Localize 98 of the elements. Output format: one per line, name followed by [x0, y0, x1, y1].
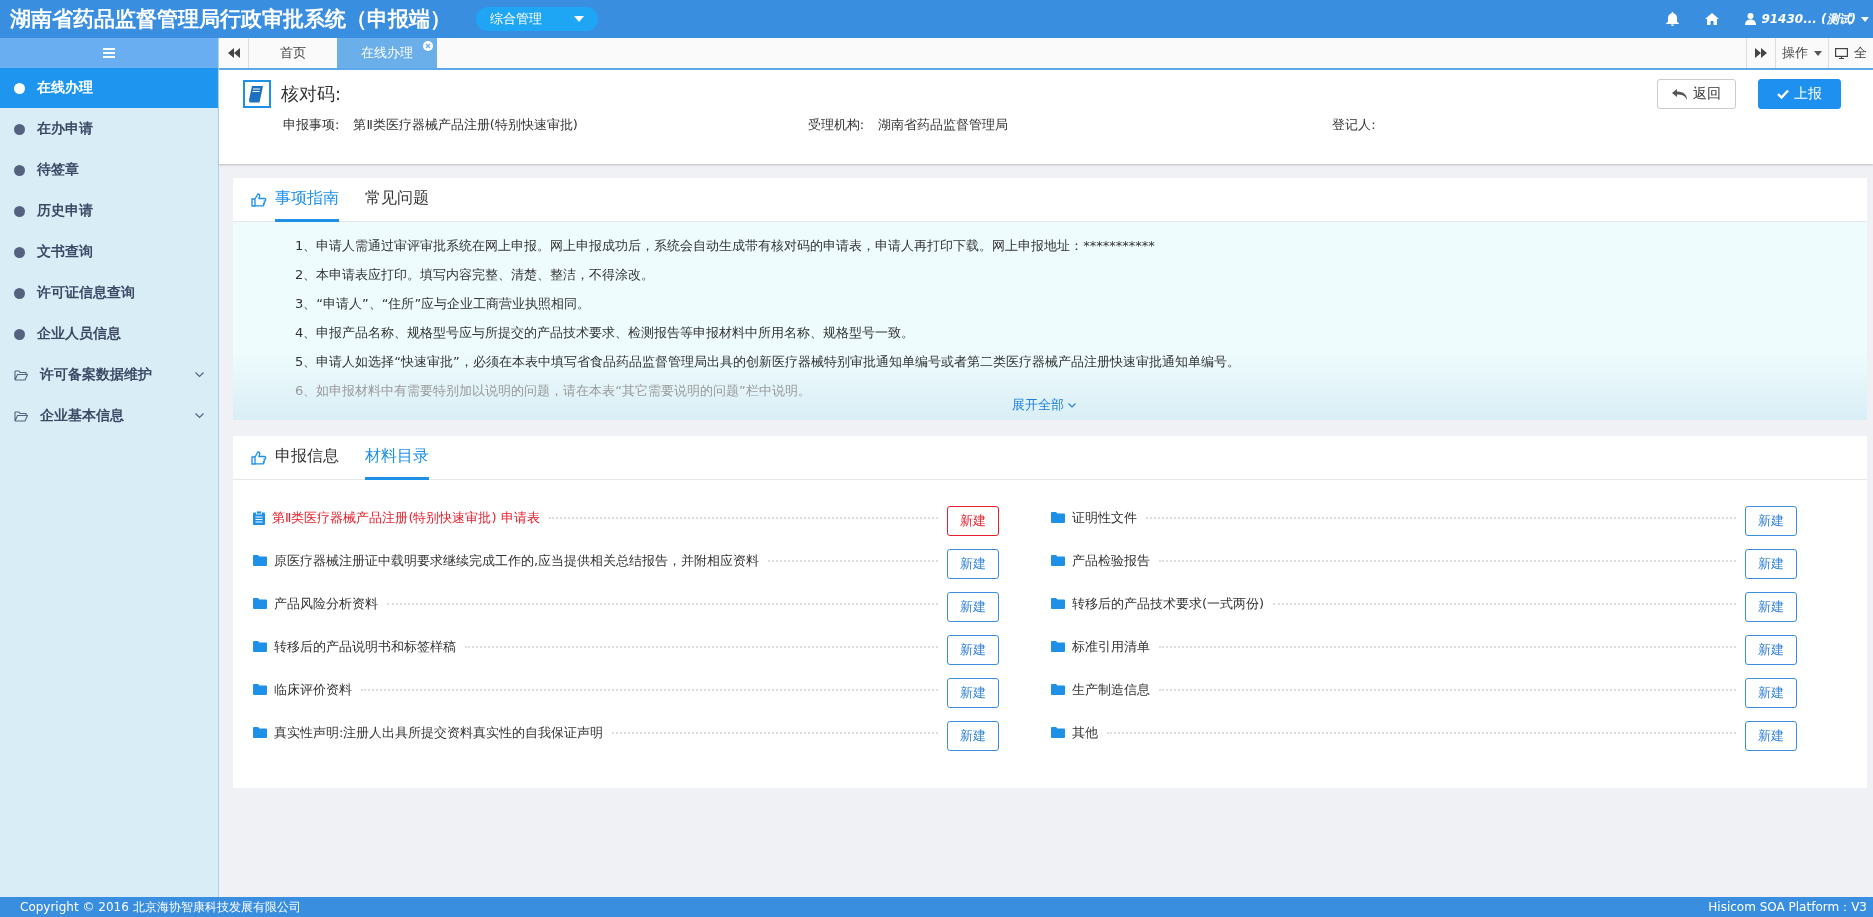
- dot-icon: [14, 328, 25, 340]
- folder-icon: [253, 684, 267, 695]
- material-name: 产品检验报告: [1072, 551, 1150, 570]
- chevron-down-icon: [195, 413, 204, 419]
- new-button[interactable]: 新建: [1745, 505, 1797, 536]
- sidebar-item[interactable]: 许可证信息查询: [0, 273, 218, 313]
- user-icon: [1745, 13, 1757, 25]
- new-button[interactable]: 新建: [947, 591, 999, 622]
- folder-icon: [253, 555, 267, 566]
- check-icon: [1777, 89, 1789, 99]
- check-code-label: 核对码:: [281, 82, 342, 106]
- thumbs-up-icon: [251, 192, 267, 207]
- content-tab[interactable]: 申报信息: [275, 436, 339, 480]
- submit-button[interactable]: 上报: [1758, 79, 1841, 109]
- field-label: 登记人:: [1332, 116, 1376, 134]
- dot-icon: [14, 287, 25, 299]
- double-left-icon: [227, 48, 240, 58]
- back-button[interactable]: 返回: [1657, 79, 1736, 109]
- material-name: 产品风险分析资料: [274, 594, 378, 613]
- folder-icon: [1051, 598, 1065, 609]
- new-button[interactable]: 新建: [947, 634, 999, 665]
- folder-icon: [1051, 512, 1065, 523]
- material-name: 生产制造信息: [1072, 680, 1150, 699]
- guide-text: 5、申请人如选择“快速审批”，必须在本表中填写省食品药品监督管理局出具的创新医疗器械特别审批通知单编号或者第二类医疗器械产品注册快速审批通知单编号。: [295, 354, 1241, 370]
- menu-icon[interactable]: [103, 48, 115, 58]
- caret-icon: [1814, 50, 1822, 56]
- material-name: 其他: [1072, 723, 1098, 742]
- new-button[interactable]: 新建: [1745, 720, 1797, 751]
- guide-text: 3、“申请人”、“住所”应与企业工商营业执照相同。: [295, 296, 592, 312]
- material-name: 证明性文件: [1072, 508, 1137, 527]
- new-button[interactable]: 新建: [947, 548, 999, 579]
- reply-icon: [1672, 88, 1688, 100]
- chevron-down-icon: [1068, 402, 1076, 408]
- field-value: 第Ⅱ类医疗器械产品注册(特别快速审批): [353, 116, 578, 134]
- material-name: 转移后的产品技术要求(一式两份): [1072, 594, 1265, 613]
- home-icon[interactable]: [1705, 13, 1720, 25]
- sidebar-item[interactable]: 企业基本信息: [0, 396, 218, 436]
- material-name: 第Ⅱ类医疗器械产品注册(特别快速审批) 申请表: [272, 508, 540, 527]
- guide-text: 4、申报产品名称、规格型号应与所提交的产品技术要求、检测报告等申报材料中所用名称、规格型号一致。: [295, 325, 916, 341]
- new-button[interactable]: 新建: [1745, 634, 1797, 665]
- bell-icon[interactable]: [1666, 12, 1680, 26]
- new-button[interactable]: 新建: [1745, 548, 1797, 579]
- platform-version: Hisicom SOA Platform：V3: [1708, 898, 1867, 916]
- new-button[interactable]: 新建: [1745, 591, 1797, 622]
- book-icon: [243, 80, 271, 108]
- material-name: 标准引用清单: [1072, 637, 1150, 656]
- expand-all-link[interactable]: 展开全部: [1012, 396, 1076, 414]
- folder-icon: [1051, 727, 1065, 738]
- caret-icon: [574, 16, 584, 22]
- caret-icon: [1861, 16, 1869, 22]
- content-tab[interactable]: 常见问题: [365, 178, 429, 222]
- clipboard-icon: [253, 510, 265, 525]
- dot-icon: [14, 164, 25, 176]
- folder-icon: [1051, 555, 1065, 566]
- folder-icon: [253, 727, 267, 738]
- field-value: 湖南省药品监督管理局: [878, 116, 1009, 134]
- new-button[interactable]: 新建: [1745, 677, 1797, 708]
- dot-icon: [14, 82, 25, 94]
- sidebar-item[interactable]: 历史申请: [0, 191, 218, 231]
- dot-icon: [14, 246, 25, 258]
- new-button[interactable]: 新建: [947, 505, 999, 536]
- guide-text: 1、申请人需通过审评审批系统在网上申报。网上申报成功后，系统会自动生成带有核对码的申请表，申请人再打印下载。网上申报地址：***********: [295, 238, 1156, 254]
- material-name: 原医疗器械注册证中载明要求继续完成工作的,应当提供相关总结报告，并附相应资料: [274, 551, 760, 570]
- app-title: 湖南省药品监督管理局行政审批系统（申报端）: [10, 6, 451, 33]
- content-tab[interactable]: 材料目录: [365, 436, 429, 480]
- copyright-text: Copyright © 2016 北京海协智康科技发展有限公司: [20, 898, 301, 916]
- guide-text: 2、本申请表应打印。填写内容完整、清楚、整洁，不得涂改。: [295, 267, 656, 283]
- user-menu[interactable]: 91430... (测试): [1745, 10, 1873, 28]
- module-select[interactable]: 综合管理: [476, 7, 598, 31]
- sidebar-item[interactable]: 企业人员信息: [0, 314, 218, 354]
- guide-text: 6、如申报材料中有需要特别加以说明的问题，请在本表“其它需要说明的问题”栏中说明。: [295, 383, 812, 399]
- page-tab[interactable]: 首页: [249, 38, 337, 68]
- material-name: 转移后的产品说明书和标签样稿: [274, 637, 456, 656]
- sidebar-item[interactable]: 待签章: [0, 150, 218, 190]
- folder-icon: [14, 369, 28, 381]
- material-name: 真实性声明:注册人出具所提交资料真实性的自我保证声明: [274, 723, 604, 742]
- double-right-icon: [1755, 48, 1767, 58]
- monitor-icon: [1835, 47, 1848, 59]
- field-label: 申报事项:: [283, 116, 340, 134]
- page-tab[interactable]: 在线办理: [337, 38, 437, 68]
- sidebar-item[interactable]: 在办申请: [0, 109, 218, 149]
- material-name: 临床评价资料: [274, 680, 352, 699]
- folder-icon: [253, 598, 267, 609]
- sidebar-item[interactable]: 文书查询: [0, 232, 218, 272]
- close-icon[interactable]: [423, 41, 433, 51]
- chevron-down-icon: [195, 372, 204, 378]
- folder-icon: [1051, 641, 1065, 652]
- sidebar-item[interactable]: 许可备案数据维护: [0, 355, 218, 395]
- new-button[interactable]: 新建: [947, 720, 999, 751]
- folder-icon: [253, 641, 267, 652]
- new-button[interactable]: 新建: [947, 677, 999, 708]
- dot-icon: [14, 205, 25, 217]
- folder-icon: [1051, 684, 1065, 695]
- sidebar-item[interactable]: 在线办理: [0, 68, 218, 108]
- thumbs-up-icon: [251, 450, 267, 465]
- dot-icon: [14, 123, 25, 135]
- field-label: 受理机构:: [807, 116, 865, 134]
- folder-icon: [14, 410, 28, 422]
